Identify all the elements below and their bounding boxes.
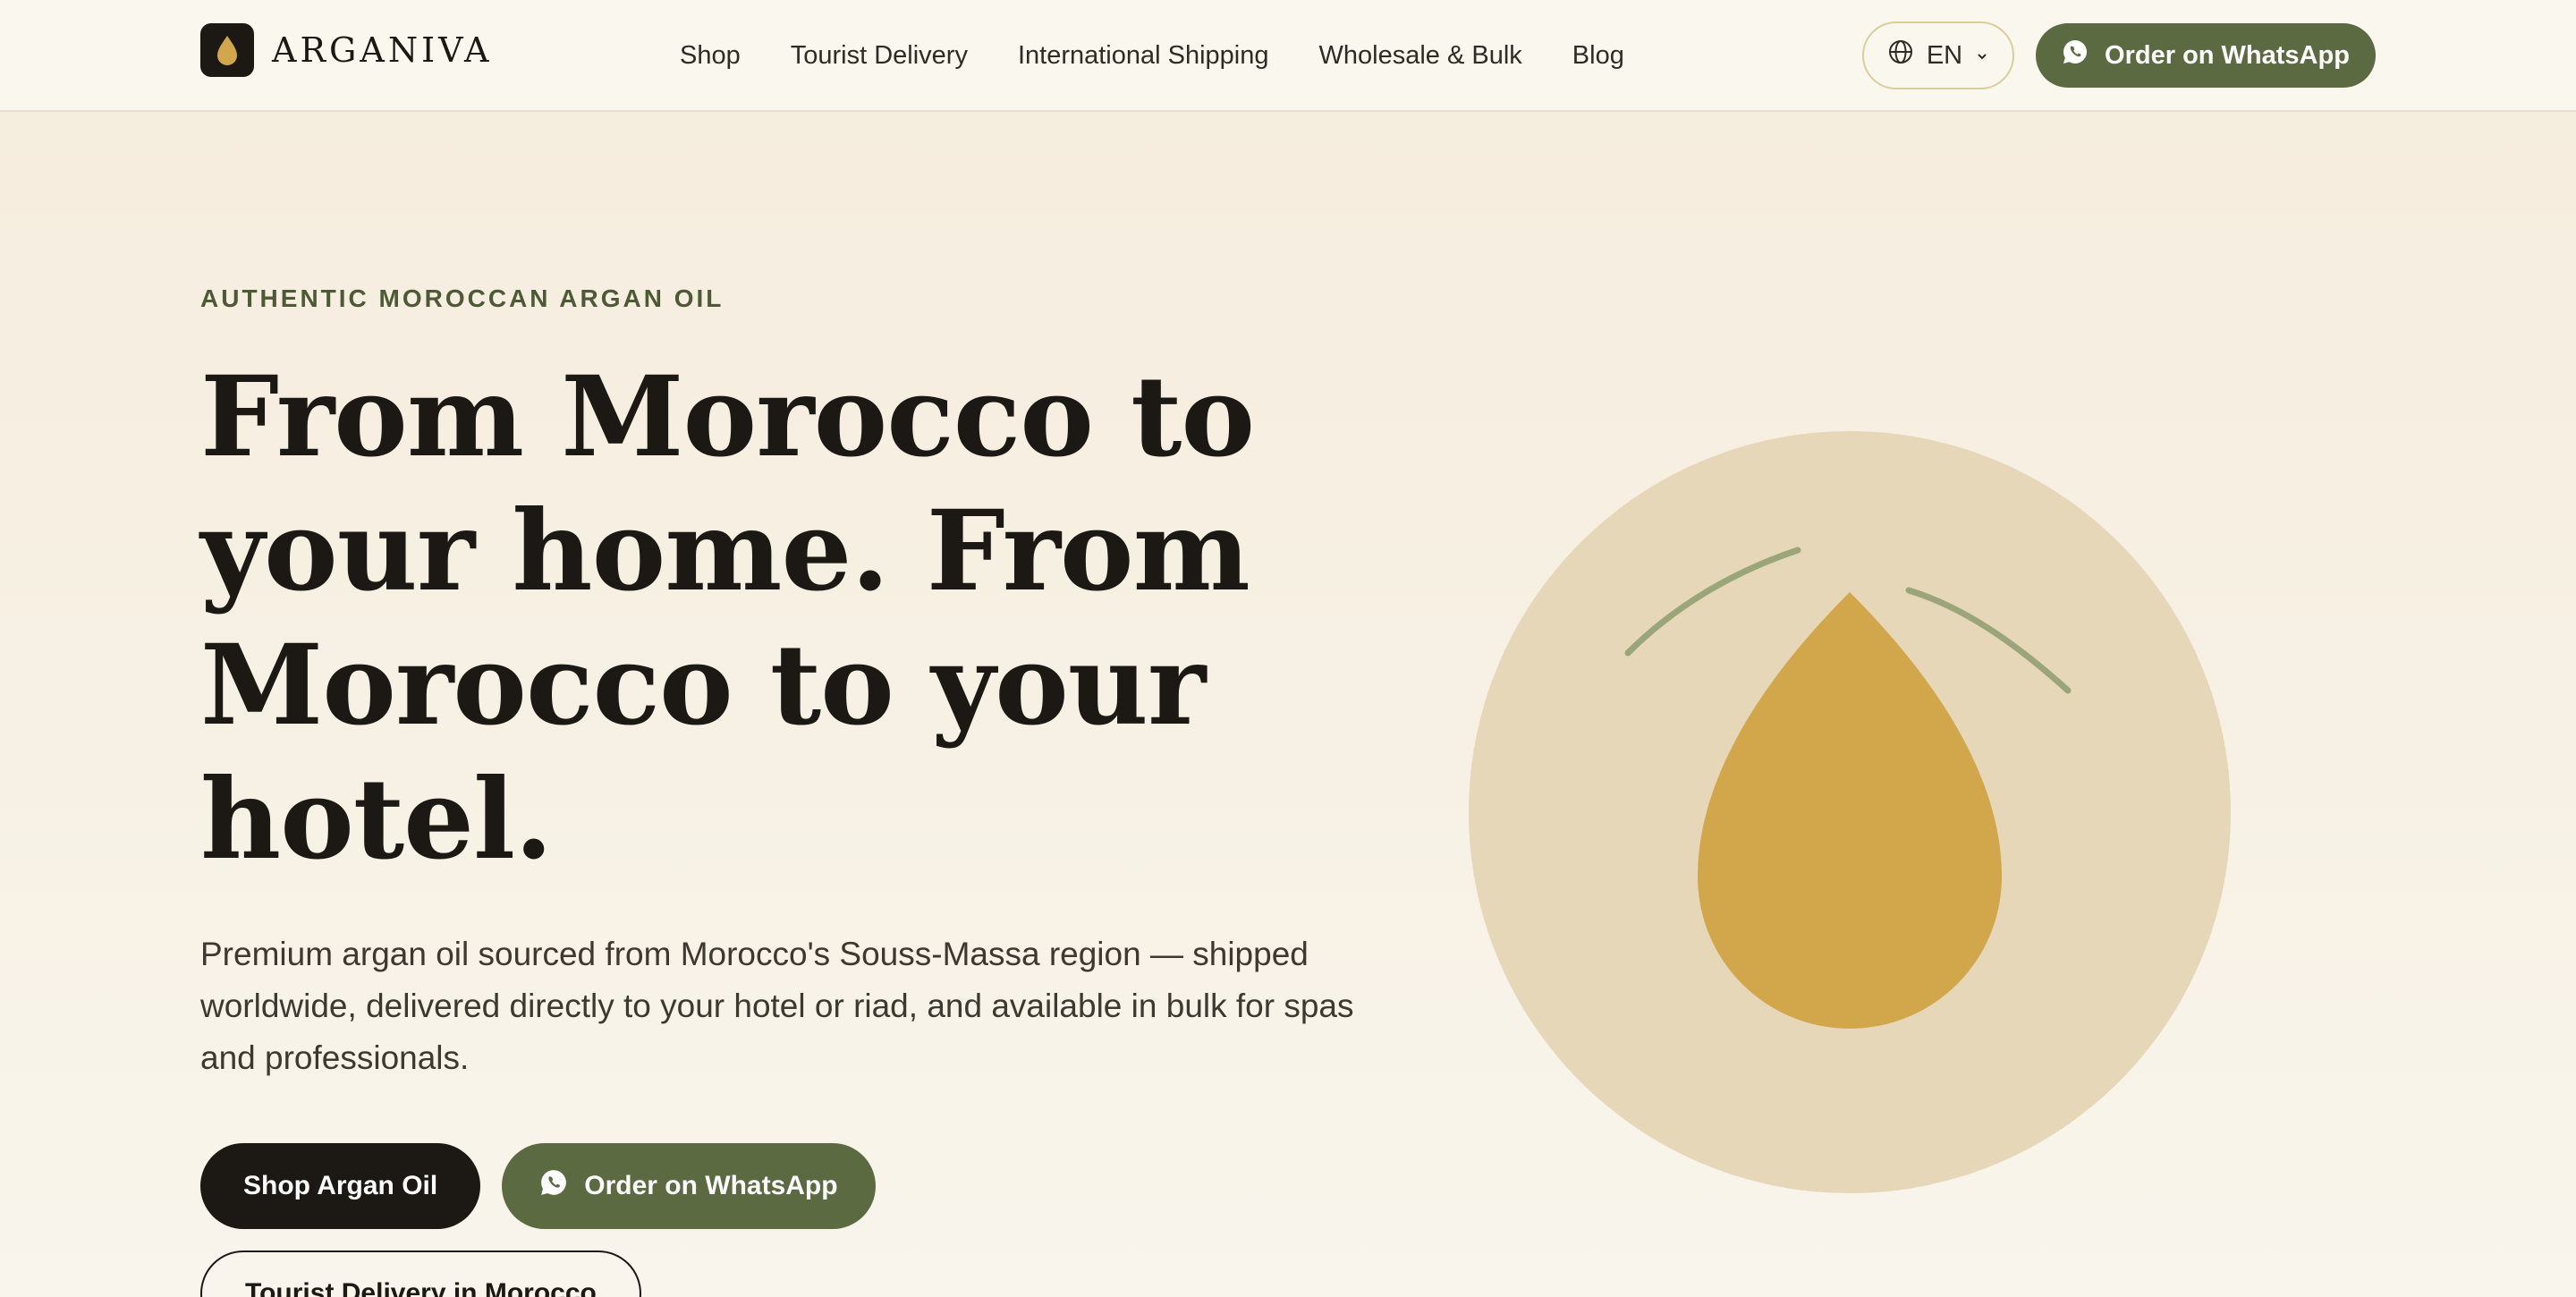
nav-blog[interactable]: Blog [1572,41,1624,71]
nav-wholesale-bulk[interactable]: Wholesale & Bulk [1319,41,1522,71]
hero-title: From Morocco to your home. From Morocco … [200,352,1255,885]
header-whatsapp-button[interactable]: Order on WhatsApp [2036,23,2376,88]
tourist-delivery-button[interactable]: Tourist Delivery in Morocco [200,1250,641,1297]
nav-shop[interactable]: Shop [680,41,741,71]
globe-icon [1887,38,1914,72]
whatsapp-icon [539,1168,568,1204]
nav-international-shipping[interactable]: International Shipping [1018,41,1269,71]
main-nav: Shop Tourist Delivery International Ship… [680,34,1624,77]
hero-eyebrow: AUTHENTIC MOROCCAN ARGAN OIL [200,284,724,312]
header-whatsapp-label: Order on WhatsApp [2105,40,2350,70]
hero-whatsapp-label: Order on WhatsApp [584,1171,838,1200]
chevron-down-icon [1975,41,1989,71]
brand-name: ARGANIVA [272,30,493,70]
shop-argan-oil-button[interactable]: Shop Argan Oil [200,1143,481,1229]
page: ARGANIVA Shop Tourist Delivery Internati… [0,0,2576,1297]
hero-description: Premium argan oil sourced from Morocco's… [200,936,1354,1076]
argan-drop-icon [200,23,254,77]
oil-drop-illustration [1467,429,2233,1195]
nav-tourist-delivery[interactable]: Tourist Delivery [791,41,968,71]
hero-cta-row: Shop Argan Oil Order on WhatsApp [200,1143,876,1229]
whatsapp-icon [2062,38,2089,72]
language-label: EN [1926,40,1963,70]
language-selector[interactable]: EN [1862,21,2014,89]
site-header: ARGANIVA Shop Tourist Delivery Internati… [0,0,2576,112]
hero-whatsapp-button[interactable]: Order on WhatsApp [502,1143,876,1229]
brand-logo[interactable]: ARGANIVA [200,23,492,77]
